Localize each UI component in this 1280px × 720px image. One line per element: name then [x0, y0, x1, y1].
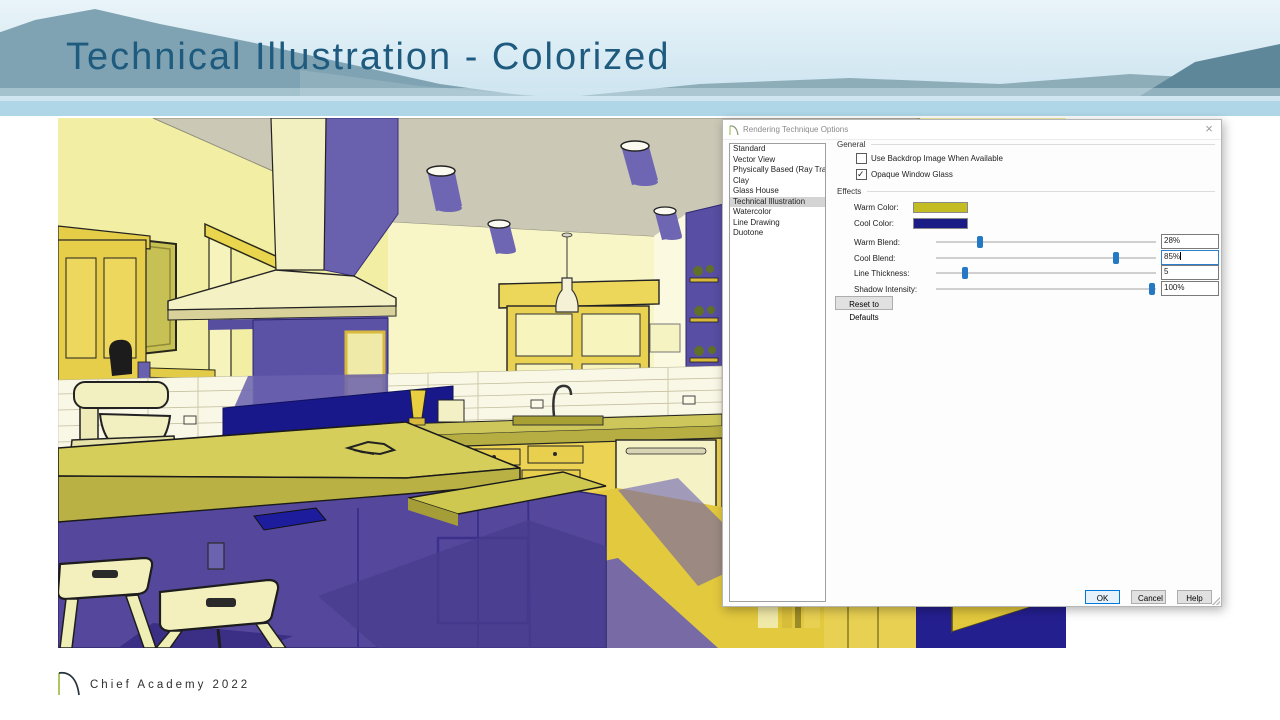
technique-item-physically-based[interactable]: Physically Based (Ray Trace): [730, 165, 825, 176]
opaque-glass-checkbox[interactable]: [856, 169, 867, 180]
technique-item-standard[interactable]: Standard: [730, 144, 825, 155]
warm-blend-input[interactable]: 28%: [1161, 234, 1219, 249]
shadow-intensity-slider[interactable]: [936, 283, 1156, 295]
footer-text: Chief Academy 2022: [90, 679, 250, 691]
warm-blend-label: Warm Blend:: [854, 238, 900, 247]
warm-color-swatch[interactable]: [913, 202, 968, 213]
cool-blend-label: Cool Blend:: [854, 254, 895, 263]
cool-blend-slider[interactable]: [936, 252, 1156, 264]
warm-blend-slider[interactable]: [936, 236, 1156, 248]
cancel-button[interactable]: Cancel: [1131, 590, 1166, 604]
cool-blend-input[interactable]: 85%: [1161, 250, 1219, 265]
line-thickness-slider[interactable]: [936, 267, 1156, 279]
technique-item-watercolor[interactable]: Watercolor: [730, 207, 825, 218]
warm-blend-track: [936, 241, 1156, 243]
technique-item-vector-view[interactable]: Vector View: [730, 155, 825, 166]
technique-item-technical-illustration[interactable]: Technical Illustration: [730, 197, 825, 208]
small-wall-art: [650, 324, 680, 352]
cool-color-label: Cool Color:: [854, 219, 894, 228]
line-thickness-track: [936, 272, 1156, 274]
technique-item-clay[interactable]: Clay: [730, 176, 825, 187]
line-thickness-input[interactable]: 5: [1161, 265, 1219, 280]
line-thickness-label: Line Thickness:: [854, 269, 909, 278]
technique-list: Standard Vector View Physically Based (R…: [729, 143, 826, 602]
page-title: Technical Illustration - Colorized: [66, 36, 670, 79]
line-thickness-thumb[interactable]: [962, 267, 968, 279]
technique-item-duotone[interactable]: Duotone: [730, 228, 825, 239]
cool-blend-thumb[interactable]: [1113, 252, 1119, 264]
chief-academy-logo: [54, 666, 84, 698]
upper-cabinets: [58, 226, 160, 396]
shadow-intensity-label: Shadow Intensity:: [854, 285, 917, 294]
chief-architect-icon: [728, 124, 740, 136]
shadow-intensity-track: [936, 288, 1156, 290]
shadow-intensity-thumb[interactable]: [1149, 283, 1155, 295]
technique-item-line-drawing[interactable]: Line Drawing: [730, 218, 825, 229]
help-button[interactable]: Help: [1177, 590, 1212, 604]
dialog-title: Rendering Technique Options: [743, 125, 848, 134]
effects-group-label: Effects: [837, 187, 861, 196]
general-group-label: General: [837, 140, 865, 149]
warm-blend-thumb[interactable]: [977, 236, 983, 248]
use-backdrop-checkbox[interactable]: [856, 153, 867, 164]
cool-blend-track: [936, 257, 1156, 259]
use-backdrop-label: Use Backdrop Image When Available: [871, 154, 1003, 163]
close-icon[interactable]: ×: [1201, 121, 1217, 137]
warm-color-label: Warm Color:: [854, 203, 899, 212]
opaque-glass-label: Opaque Window Glass: [871, 170, 953, 179]
resize-grip[interactable]: [1212, 597, 1220, 605]
technique-item-glass-house[interactable]: Glass House: [730, 186, 825, 197]
effects-group-line: [867, 191, 1215, 192]
dialog-title-bar[interactable]: Rendering Technique Options ×: [723, 120, 1221, 140]
reset-to-defaults-button[interactable]: Reset to Defaults: [835, 296, 893, 310]
general-group-line: [871, 144, 1215, 145]
ok-button[interactable]: OK: [1085, 590, 1120, 604]
shadow-intensity-input[interactable]: 100%: [1161, 281, 1219, 296]
cool-color-swatch[interactable]: [913, 218, 968, 229]
rendering-technique-options-dialog: Rendering Technique Options × Standard V…: [722, 119, 1222, 607]
